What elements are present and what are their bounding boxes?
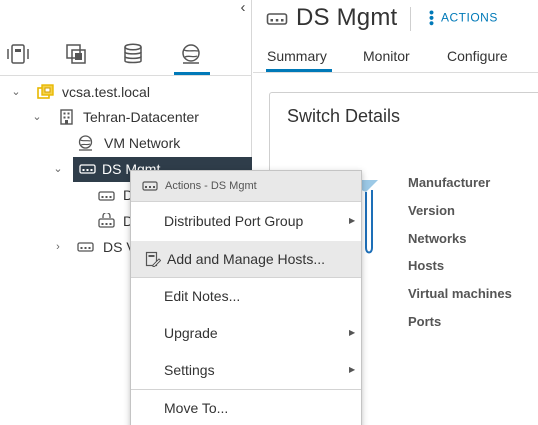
chevron-down-icon[interactable]: ⌄ xyxy=(10,80,22,104)
tree-item-label: vcsa.test.local xyxy=(62,84,150,100)
menu-item-add-and-manage-hosts[interactable]: Add and Manage Hosts... xyxy=(131,241,361,277)
property-label-manufacturer: Manufacturer xyxy=(408,175,491,190)
menu-item-label: Add and Manage Hosts... xyxy=(167,251,325,267)
vertical-ellipsis-icon: ••• xyxy=(424,10,440,27)
submenu-arrow-icon: ▶ xyxy=(349,328,356,337)
tree-item-label: Tehran-Datacenter xyxy=(83,109,199,125)
menu-item-label: Distributed Port Group xyxy=(164,213,304,229)
menu-item-edit-notes[interactable]: Edit Notes... xyxy=(131,278,361,314)
actions-context-menu: Actions - DS Mgmt Distributed Port Group… xyxy=(130,170,362,425)
uplink-port-group-icon xyxy=(98,213,115,228)
vcenter-icon xyxy=(37,84,54,99)
chevron-down-icon[interactable]: ⌄ xyxy=(31,105,43,129)
context-menu-header: Actions - DS Mgmt xyxy=(131,171,361,202)
tree-item-ds-v[interactable]: › DS V xyxy=(52,235,142,259)
distributed-switch-icon xyxy=(79,164,96,174)
collapse-navigator-button[interactable]: ‹ xyxy=(236,0,250,18)
divider xyxy=(410,7,411,31)
network-globe-icon xyxy=(182,44,200,64)
tree-item-vm-network[interactable]: VM Network xyxy=(77,131,250,155)
menu-item-move-to[interactable]: Move To... xyxy=(131,390,361,425)
actions-label: ACTIONS xyxy=(441,10,498,25)
vms-templates-icon xyxy=(66,44,86,64)
submenu-arrow-icon: ▶ xyxy=(349,216,356,225)
distributed-switch-icon xyxy=(77,242,94,252)
tab-networking[interactable] xyxy=(179,42,205,68)
port-group-icon xyxy=(98,191,115,201)
property-label-networks: Networks xyxy=(408,231,467,246)
page-title: DS Mgmt xyxy=(296,4,398,31)
distributed-switch-icon xyxy=(142,181,158,191)
property-label-hosts: Hosts xyxy=(408,258,445,273)
tab-configure[interactable]: Configure xyxy=(447,48,508,64)
distributed-switch-icon xyxy=(266,13,288,25)
tab-monitor[interactable]: Monitor xyxy=(363,48,410,64)
actions-button[interactable]: •••ACTIONS xyxy=(424,10,498,27)
menu-item-distributed-port-group[interactable]: Distributed Port Group ▶ xyxy=(131,203,361,239)
tab-storage[interactable] xyxy=(121,42,147,68)
menu-item-label: Upgrade xyxy=(164,325,218,341)
database-icon xyxy=(124,43,142,64)
datacenter-icon xyxy=(60,109,73,125)
menu-item-label: Edit Notes... xyxy=(164,288,241,304)
property-label-ports: Ports xyxy=(408,314,442,329)
property-label-version: Version xyxy=(408,203,455,218)
divider xyxy=(253,72,538,73)
divider xyxy=(0,75,252,76)
network-globe-icon xyxy=(78,135,93,151)
add-manage-hosts-icon xyxy=(145,251,161,267)
hosts-clusters-icon xyxy=(7,44,29,64)
tab-vms-and-templates[interactable] xyxy=(64,42,90,68)
tree-item-vcenter[interactable]: ⌄ vcsa.test.local xyxy=(10,80,250,104)
chevron-down-icon[interactable]: ⌄ xyxy=(52,157,64,181)
card-title: Switch Details xyxy=(287,106,401,126)
menu-item-upgrade[interactable]: Upgrade ▶ xyxy=(131,315,361,351)
submenu-arrow-icon: ▶ xyxy=(349,365,356,374)
chevron-right-icon[interactable]: › xyxy=(52,235,64,259)
menu-item-label: Settings xyxy=(164,362,215,378)
context-menu-title: Actions - DS Mgmt xyxy=(165,180,257,192)
tab-summary[interactable]: Summary xyxy=(267,48,327,64)
tree-item-label: VM Network xyxy=(104,135,181,151)
tree-item-datacenter[interactable]: ⌄ Tehran-Datacenter xyxy=(31,105,250,129)
menu-item-label: Move To... xyxy=(164,400,229,416)
menu-item-settings[interactable]: Settings ▶ xyxy=(131,352,361,388)
property-label-virtual-machines: Virtual machines xyxy=(408,286,512,301)
tab-hosts-and-clusters[interactable] xyxy=(6,42,32,68)
